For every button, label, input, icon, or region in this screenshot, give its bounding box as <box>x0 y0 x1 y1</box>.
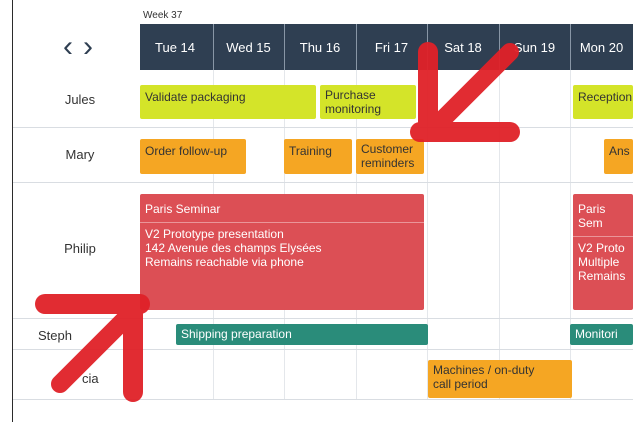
day-header-tue[interactable]: Tue 14 <box>140 24 210 70</box>
event-validate-packaging[interactable]: Validate packaging <box>140 85 316 119</box>
event-paris-seminar[interactable]: Paris Seminar V2 Prototype presentation … <box>140 194 424 310</box>
event-ans[interactable]: Ans <box>604 139 633 174</box>
resource-mary: Mary <box>65 147 95 162</box>
day-header-wed[interactable]: Wed 15 <box>213 24 284 70</box>
event-reception[interactable]: Reception <box>573 85 633 119</box>
event-machines-on-duty[interactable]: Machines / on-duty call period <box>428 360 572 398</box>
day-header-mon[interactable]: Mon 20 <box>570 24 633 70</box>
event-customer-reminders[interactable]: Customer reminders <box>356 139 424 174</box>
event-order-follow-up[interactable]: Order follow-up <box>140 139 246 174</box>
day-header-thu[interactable]: Thu 16 <box>284 24 356 70</box>
event-shipping-preparation[interactable]: Shipping preparation <box>176 324 428 345</box>
event-training[interactable]: Training <box>284 139 352 174</box>
event-paris-seminar-next[interactable]: Paris Sem V2 Proto Multiple Remains <box>573 194 633 310</box>
resource-philip: Philip <box>64 241 96 256</box>
week-navigation: ‹ › <box>48 30 108 64</box>
day-header-sat[interactable]: Sat 18 <box>427 24 499 70</box>
day-header-fri[interactable]: Fri 17 <box>356 24 427 70</box>
event-monitoring[interactable]: Monitori <box>570 324 633 345</box>
chevron-right-icon[interactable]: › <box>83 30 93 64</box>
resource-cia: cia <box>82 371 99 386</box>
resource-steph: Steph <box>38 328 72 343</box>
event-v2-line2: 142 Avenue des champs Elysées <box>145 241 322 255</box>
day-header-sun[interactable]: Sun 19 <box>499 24 570 70</box>
event-v2-line1: V2 Prototype presentation <box>145 227 284 241</box>
event-purchase-monitoring[interactable]: Purchase monitoring <box>320 85 416 119</box>
resource-jules: Jules <box>64 92 96 107</box>
event-v2-line3: Remains reachable via phone <box>145 255 304 269</box>
week-label: Week 37 <box>143 10 183 21</box>
chevron-left-icon[interactable]: ‹ <box>63 30 73 64</box>
